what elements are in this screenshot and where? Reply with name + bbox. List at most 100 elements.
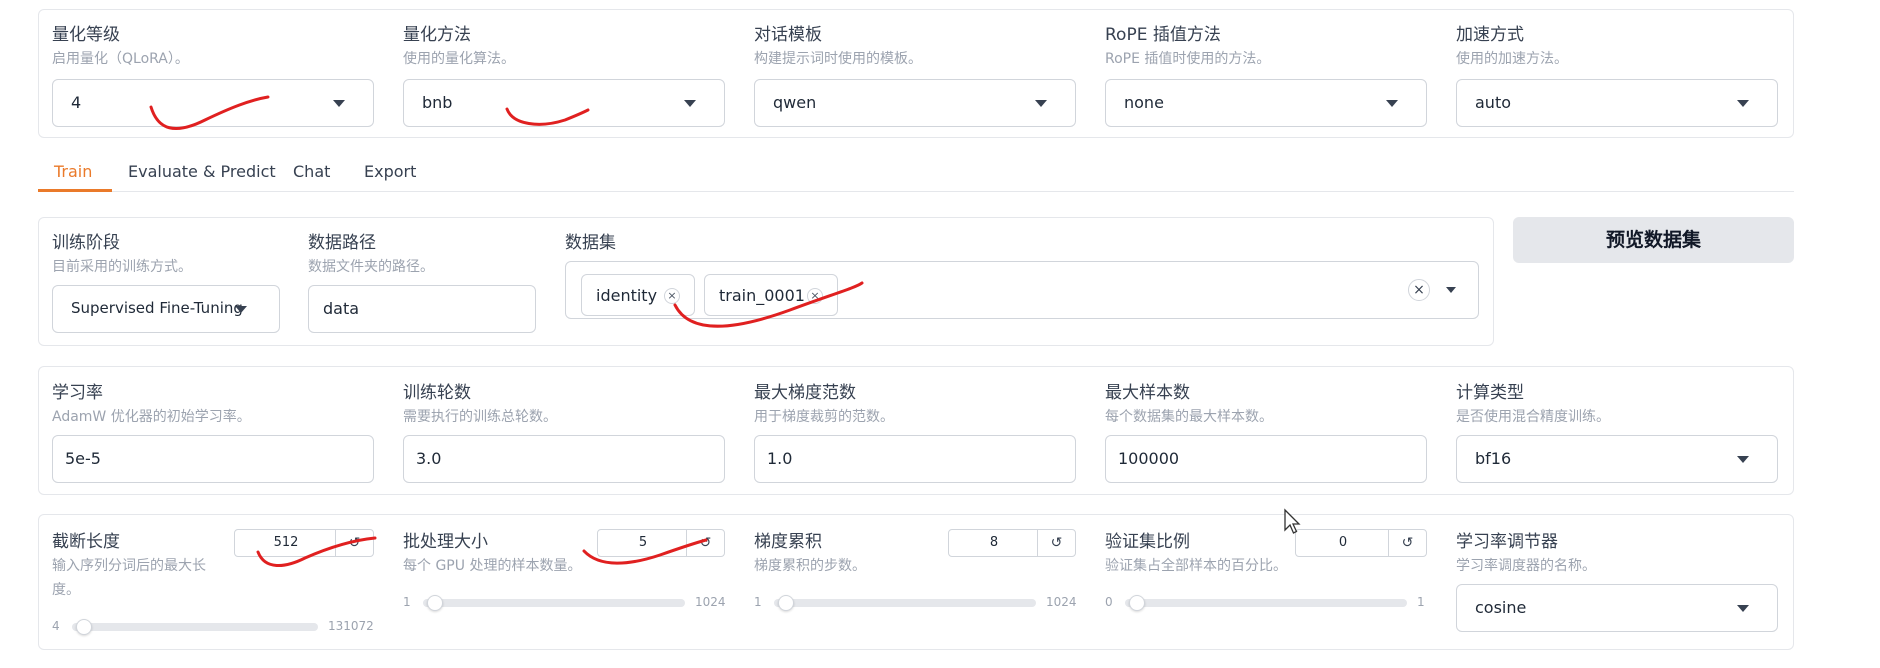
field-info: 验证集占全部样本的百分比。 <box>1105 558 1287 574</box>
reset-icon[interactable]: ↺ <box>686 530 724 556</box>
field-label: 训练阶段 <box>52 233 120 253</box>
field-label: 梯度累积 <box>754 532 822 552</box>
max-grad-norm-field: 最大梯度范数 用于梯度裁剪的范数。 1.0 <box>754 378 1076 488</box>
dataset-chip-identity: identity × <box>581 274 695 316</box>
lr-scheduler-field: 学习率调节器 学习率调度器的名称。 cosine <box>1456 527 1778 647</box>
remove-chip-icon[interactable]: × <box>807 288 823 304</box>
slider-thumb[interactable] <box>778 595 794 611</box>
val-size-slider[interactable] <box>1125 595 1407 611</box>
dropdown-value: bf16 <box>1475 449 1512 468</box>
input-value: data <box>323 299 360 318</box>
input-value: 5e-5 <box>65 449 101 468</box>
field-label: 对话模板 <box>754 25 822 45</box>
field-info-continued: 度。 <box>52 582 80 598</box>
dropdown-value: auto <box>1475 93 1512 112</box>
slider-min: 1 <box>754 595 762 609</box>
booster-field: 加速方式 使用的加速方法。 auto <box>1456 20 1778 130</box>
slider-min: 4 <box>52 619 60 633</box>
learning-rate-field: 学习率 AdamW 优化器的初始学习率。 5e-5 <box>52 378 374 488</box>
tab-evaluate-predict[interactable]: Evaluate & Predict <box>128 162 276 181</box>
field-info: 启用量化（QLoRA）。 <box>52 51 189 67</box>
dataset-multiselect[interactable]: identity × train_0001 × × <box>565 261 1479 319</box>
remove-chip-icon[interactable]: × <box>664 288 680 304</box>
num-epochs-input[interactable]: 3.0 <box>403 435 725 483</box>
field-info: 数据文件夹的路径。 <box>308 259 434 275</box>
field-info: 每个 GPU 处理的样本数量。 <box>403 558 582 574</box>
field-info: AdamW 优化器的初始学习率。 <box>52 409 251 425</box>
cutoff-length-slider[interactable] <box>72 619 318 635</box>
field-info: 是否使用混合精度训练。 <box>1456 409 1610 425</box>
field-label: 截断长度 <box>52 532 120 552</box>
training-stage-dropdown[interactable]: Supervised Fine-Tuning <box>52 285 280 333</box>
template-dropdown[interactable]: qwen <box>754 79 1076 127</box>
dropdown-value: bnb <box>422 93 453 112</box>
slider-thumb[interactable] <box>76 619 92 635</box>
tab-train[interactable]: Train <box>54 162 92 181</box>
chip-label: identity <box>596 286 658 305</box>
val-size-number-input[interactable]: 0 ↺ <box>1295 529 1427 557</box>
chevron-down-icon <box>1035 100 1047 107</box>
gradient-accumulation-number-input[interactable]: 8 ↺ <box>948 529 1076 557</box>
reset-icon[interactable]: ↺ <box>1388 530 1426 556</box>
tab-export[interactable]: Export <box>364 162 416 181</box>
slider-thumb[interactable] <box>427 595 443 611</box>
field-label: 量化等级 <box>52 25 120 45</box>
field-info: 用于梯度裁剪的范数。 <box>754 409 894 425</box>
dataset-field: 数据集 identity × train_0001 × × <box>565 228 1479 338</box>
chevron-down-icon <box>684 100 696 107</box>
field-label: 验证集比例 <box>1105 532 1190 552</box>
field-info: 梯度累积的步数。 <box>754 558 866 574</box>
field-label: 最大样本数 <box>1105 383 1190 403</box>
max-samples-field: 最大样本数 每个数据集的最大样本数。 100000 <box>1105 378 1427 488</box>
gradient-accumulation-slider[interactable] <box>774 595 1036 611</box>
chevron-down-icon <box>1737 100 1749 107</box>
chevron-down-icon <box>1386 100 1398 107</box>
dropdown-value: 4 <box>71 93 82 112</box>
gradient-accumulation-field: 梯度累积 梯度累积的步数。 8 ↺ 1 1024 <box>754 527 1078 647</box>
dropdown-value: none <box>1124 93 1164 112</box>
field-info: 学习率调度器的名称。 <box>1456 558 1596 574</box>
field-label: 数据路径 <box>308 233 376 253</box>
rope-scaling-field: RoPE 插值方法 RoPE 插值时使用的方法。 none <box>1105 20 1427 130</box>
cutoff-length-field: 截断长度 输入序列分词后的最大长 度。 512 ↺ 4 131072 <box>52 527 376 647</box>
batch-size-number-input[interactable]: 5 ↺ <box>597 529 725 557</box>
rope-scaling-dropdown[interactable]: none <box>1105 79 1427 127</box>
mouse-cursor-icon <box>1284 508 1301 534</box>
field-label: 量化方法 <box>403 25 471 45</box>
compute-type-dropdown[interactable]: bf16 <box>1456 435 1778 483</box>
input-value: 1.0 <box>767 449 793 468</box>
preview-dataset-button[interactable]: 预览数据集 <box>1513 217 1794 263</box>
field-info: 构建提示词时使用的模板。 <box>754 51 922 67</box>
field-label: 训练轮数 <box>403 383 471 403</box>
batch-size-slider[interactable] <box>423 595 685 611</box>
max-samples-input[interactable]: 100000 <box>1105 435 1427 483</box>
dataset-dir-field: 数据路径 数据文件夹的路径。 data <box>308 228 536 338</box>
number-value: 5 <box>638 535 648 550</box>
val-size-field: 验证集比例 验证集占全部样本的百分比。 0 ↺ 0 1 <box>1105 527 1429 647</box>
clear-all-icon[interactable]: × <box>1408 279 1430 301</box>
booster-dropdown[interactable]: auto <box>1456 79 1778 127</box>
quantization-method-dropdown[interactable]: bnb <box>403 79 725 127</box>
cutoff-length-number-input[interactable]: 512 ↺ <box>234 529 374 557</box>
slider-thumb[interactable] <box>1129 595 1145 611</box>
quantization-bit-dropdown[interactable]: 4 <box>52 79 374 127</box>
lr-scheduler-dropdown[interactable]: cosine <box>1456 584 1778 632</box>
field-info: 使用的量化算法。 <box>403 51 515 67</box>
slider-max: 1024 <box>1046 595 1077 609</box>
dataset-chip-train-0001: train_0001 × <box>704 274 838 316</box>
slider-max: 1024 <box>695 595 726 609</box>
chevron-down-icon[interactable] <box>1446 287 1456 293</box>
field-info: 目前采用的训练方式。 <box>52 259 192 275</box>
reset-icon[interactable]: ↺ <box>335 530 373 556</box>
reset-icon[interactable]: ↺ <box>1037 530 1075 556</box>
batch-size-field: 批处理大小 每个 GPU 处理的样本数量。 5 ↺ 1 1024 <box>403 527 727 647</box>
learning-rate-input[interactable]: 5e-5 <box>52 435 374 483</box>
field-info: 使用的加速方法。 <box>1456 51 1568 67</box>
input-value: 100000 <box>1118 449 1180 468</box>
field-label: RoPE 插值方法 <box>1105 25 1221 45</box>
max-grad-norm-input[interactable]: 1.0 <box>754 435 1076 483</box>
tab-chat[interactable]: Chat <box>293 162 330 181</box>
field-label: 学习率调节器 <box>1456 532 1558 552</box>
chip-label: train_0001 <box>719 286 805 305</box>
dataset-dir-input[interactable]: data <box>308 285 536 333</box>
